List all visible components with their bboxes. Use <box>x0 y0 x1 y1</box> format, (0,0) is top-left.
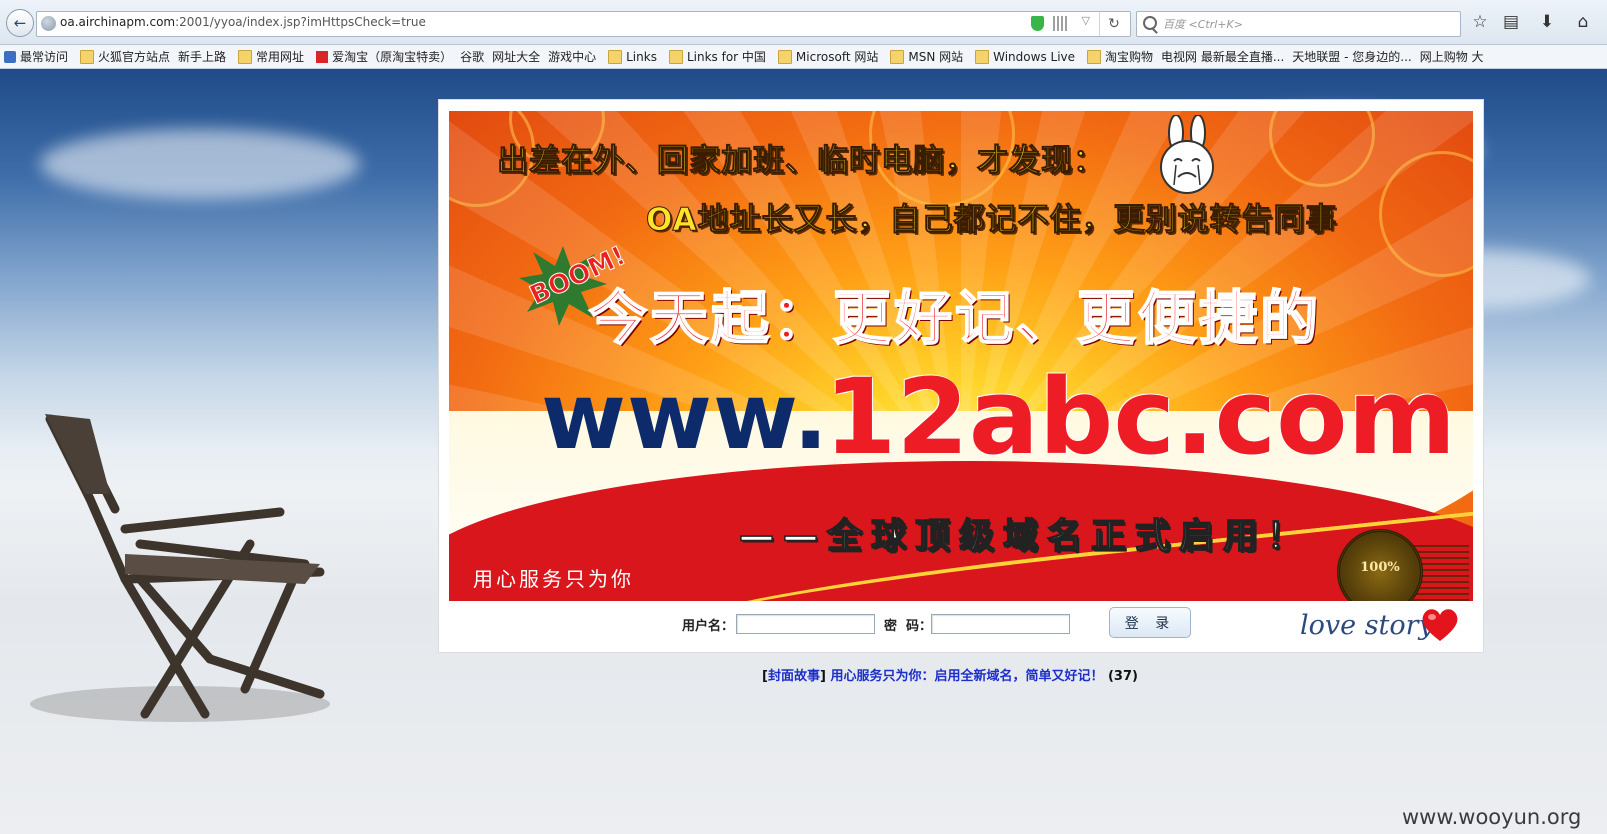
bookmark-label: 游戏中心 <box>548 50 597 64</box>
bookmark-item[interactable]: 游戏中心 <box>548 45 596 68</box>
address-bar[interactable]: oa.airchinapm.com:2001/yyoa/index.jsp?im… <box>36 11 1131 37</box>
shield-icon[interactable] <box>1031 16 1044 31</box>
bookmark-item[interactable]: Links for 中国 <box>665 45 766 68</box>
folder-icon <box>1087 49 1102 64</box>
news-title-link[interactable]: 用心服务只为你：启用全新域名，简单又好记！ <box>830 669 1103 684</box>
bookmark-label: Microsoft 网站 <box>795 50 879 64</box>
url-path: :2001/yyoa/index.jsp?imHttpsCheck=true <box>175 15 426 29</box>
bookmark-item[interactable]: 火狐官方站点 <box>76 45 170 68</box>
back-arrow-icon: ← <box>13 14 27 32</box>
bookmark-label: Links for 中国 <box>686 50 766 64</box>
bookmark-label: Windows Live <box>993 49 1076 64</box>
promo-banner: 出差在外、回家加班、临时电脑，才发现： OA地址长又长，自己都记不住，更别说转告… <box>449 111 1473 601</box>
cloud <box>40 129 360 199</box>
url-host: oa.airchinapm.com <box>60 15 176 29</box>
login-button[interactable]: 登 录 <box>1109 607 1191 638</box>
search-bar[interactable]: 百度 <Ctrl+K> <box>1136 11 1461 37</box>
username-label: 用户名： <box>682 619 735 634</box>
bookmark-label: 天地联盟 - 您身边的... <box>1292 50 1412 64</box>
login-form: 用户名： 密 码： 登 录 love story <box>439 605 1483 645</box>
search-icon <box>1143 16 1157 30</box>
bookmarks-bar: 最常访问 火狐官方站点 新手上路 常用网址 爱淘宝（原淘宝特卖） 谷歌 网址大全 游戏中心 Li… <box>0 45 1607 69</box>
bookmark-label: 常用网址 <box>256 50 305 64</box>
bookmark-label: 谷歌 <box>460 50 485 64</box>
love-story-logo: love story <box>1300 610 1434 641</box>
bookmark-item[interactable]: 新手上路 <box>178 45 226 68</box>
bookmark-item[interactable]: 常用网址 <box>234 45 304 68</box>
banner-tagline: ——全球顶级域名正式启用！ <box>738 516 1312 558</box>
folder-icon <box>668 49 683 64</box>
site-icon <box>4 50 16 63</box>
seal-label: 100% <box>1360 560 1400 575</box>
domain-prefix: www. <box>541 363 830 470</box>
bookmark-label: 电视网 最新最全直播... <box>1161 50 1285 64</box>
folder-icon <box>608 49 623 64</box>
folder-icon <box>890 49 905 64</box>
banner-headline-2: OA地址长又长，自己都记不住，更别说转告同事 <box>646 202 1338 239</box>
domain-name: 12abc.com <box>824 356 1456 478</box>
bookmark-item[interactable]: 天地联盟 - 您身边的... <box>1292 45 1411 68</box>
qr-code-icon[interactable] <box>1053 16 1068 31</box>
login-panel: 出差在外、回家加班、临时电脑，才发现： OA地址长又长，自己都记不住，更别说转告… <box>438 99 1484 653</box>
folder-icon <box>975 49 990 64</box>
bookmark-item[interactable]: Microsoft 网站 <box>774 45 878 68</box>
bookmark-item[interactable]: MSN 网站 <box>886 45 963 68</box>
bookmark-label: 火狐官方站点 <box>98 50 171 64</box>
bookmark-label: 最常访问 <box>20 50 69 64</box>
password-input[interactable] <box>931 614 1070 634</box>
bookmark-item[interactable]: 网址大全 <box>492 45 540 68</box>
bookmark-star-icon[interactable]: ☆ <box>1468 10 1492 34</box>
reader-icon[interactable]: ▤ <box>1499 10 1523 34</box>
folder-icon <box>238 49 253 64</box>
download-icon[interactable]: ⬇ <box>1535 10 1559 34</box>
news-count: (37) <box>1103 669 1138 684</box>
banner-headline-3: 今天起：更好记、更便捷的 <box>588 283 1322 353</box>
page-background: 出差在外、回家加班、临时电脑，才发现： OA地址长又长，自己都记不住，更别说转告… <box>0 69 1607 834</box>
home-icon[interactable]: ⌂ <box>1571 10 1595 34</box>
password-label: 密 码： <box>884 619 933 634</box>
folder-icon <box>777 49 792 64</box>
banner-service-slogan: 用心服务只为你 <box>473 567 634 591</box>
bookmark-item[interactable]: 爱淘宝（原淘宝特卖） <box>312 45 452 68</box>
globe-icon <box>41 16 56 31</box>
banner-headline-1: 出差在外、回家加班、临时电脑，才发现： <box>497 143 1105 180</box>
watermark-text: www.wooyun.org <box>1402 805 1582 829</box>
bookmark-label: MSN 网站 <box>908 50 964 64</box>
bookmark-label: 新手上路 <box>178 50 227 64</box>
wooden-chair-image <box>30 414 330 722</box>
bookmark-item[interactable]: 谷歌 <box>460 45 484 68</box>
news-ticker: [封面故事] 用心服务只为你：启用全新域名，简单又好记！ (37) <box>762 665 1138 684</box>
browser-toolbar: ← oa.airchinapm.com:2001/yyoa/index.jsp?… <box>0 0 1607 45</box>
bookmark-label: 爱淘宝（原淘宝特卖） <box>332 50 453 64</box>
bunny-icon <box>1160 115 1214 194</box>
folder-icon <box>80 49 95 64</box>
bookmark-item[interactable]: 网上购物 大 <box>1420 45 1484 68</box>
address-text[interactable]: oa.airchinapm.com:2001/yyoa/index.jsp?im… <box>60 15 426 29</box>
news-bracket-close: ] <box>819 669 831 684</box>
heart-icon <box>1422 609 1458 641</box>
bookmark-item[interactable]: 最常访问 <box>0 45 68 68</box>
bookmark-item[interactable]: Windows Live <box>971 45 1075 68</box>
news-category-link[interactable]: 封面故事 <box>768 669 820 684</box>
bookmark-item[interactable]: 电视网 最新最全直播... <box>1161 45 1284 68</box>
bookmark-label: 网址大全 <box>492 50 541 64</box>
site-icon <box>316 50 329 63</box>
bookmark-label: 网上购物 大 <box>1419 50 1484 64</box>
username-input[interactable] <box>736 614 875 634</box>
history-dropdown-icon[interactable]: ▽ <box>1082 14 1090 27</box>
bookmark-label: 淘宝购物 <box>1105 50 1154 64</box>
search-placeholder: 百度 <Ctrl+K> <box>1163 18 1243 31</box>
reload-button[interactable]: ↻ <box>1099 12 1128 36</box>
bookmark-item[interactable]: Links <box>604 45 657 68</box>
back-button[interactable]: ← <box>6 9 34 37</box>
bookmark-item[interactable]: 淘宝购物 <box>1083 45 1153 68</box>
bookmark-label: Links <box>626 49 657 64</box>
